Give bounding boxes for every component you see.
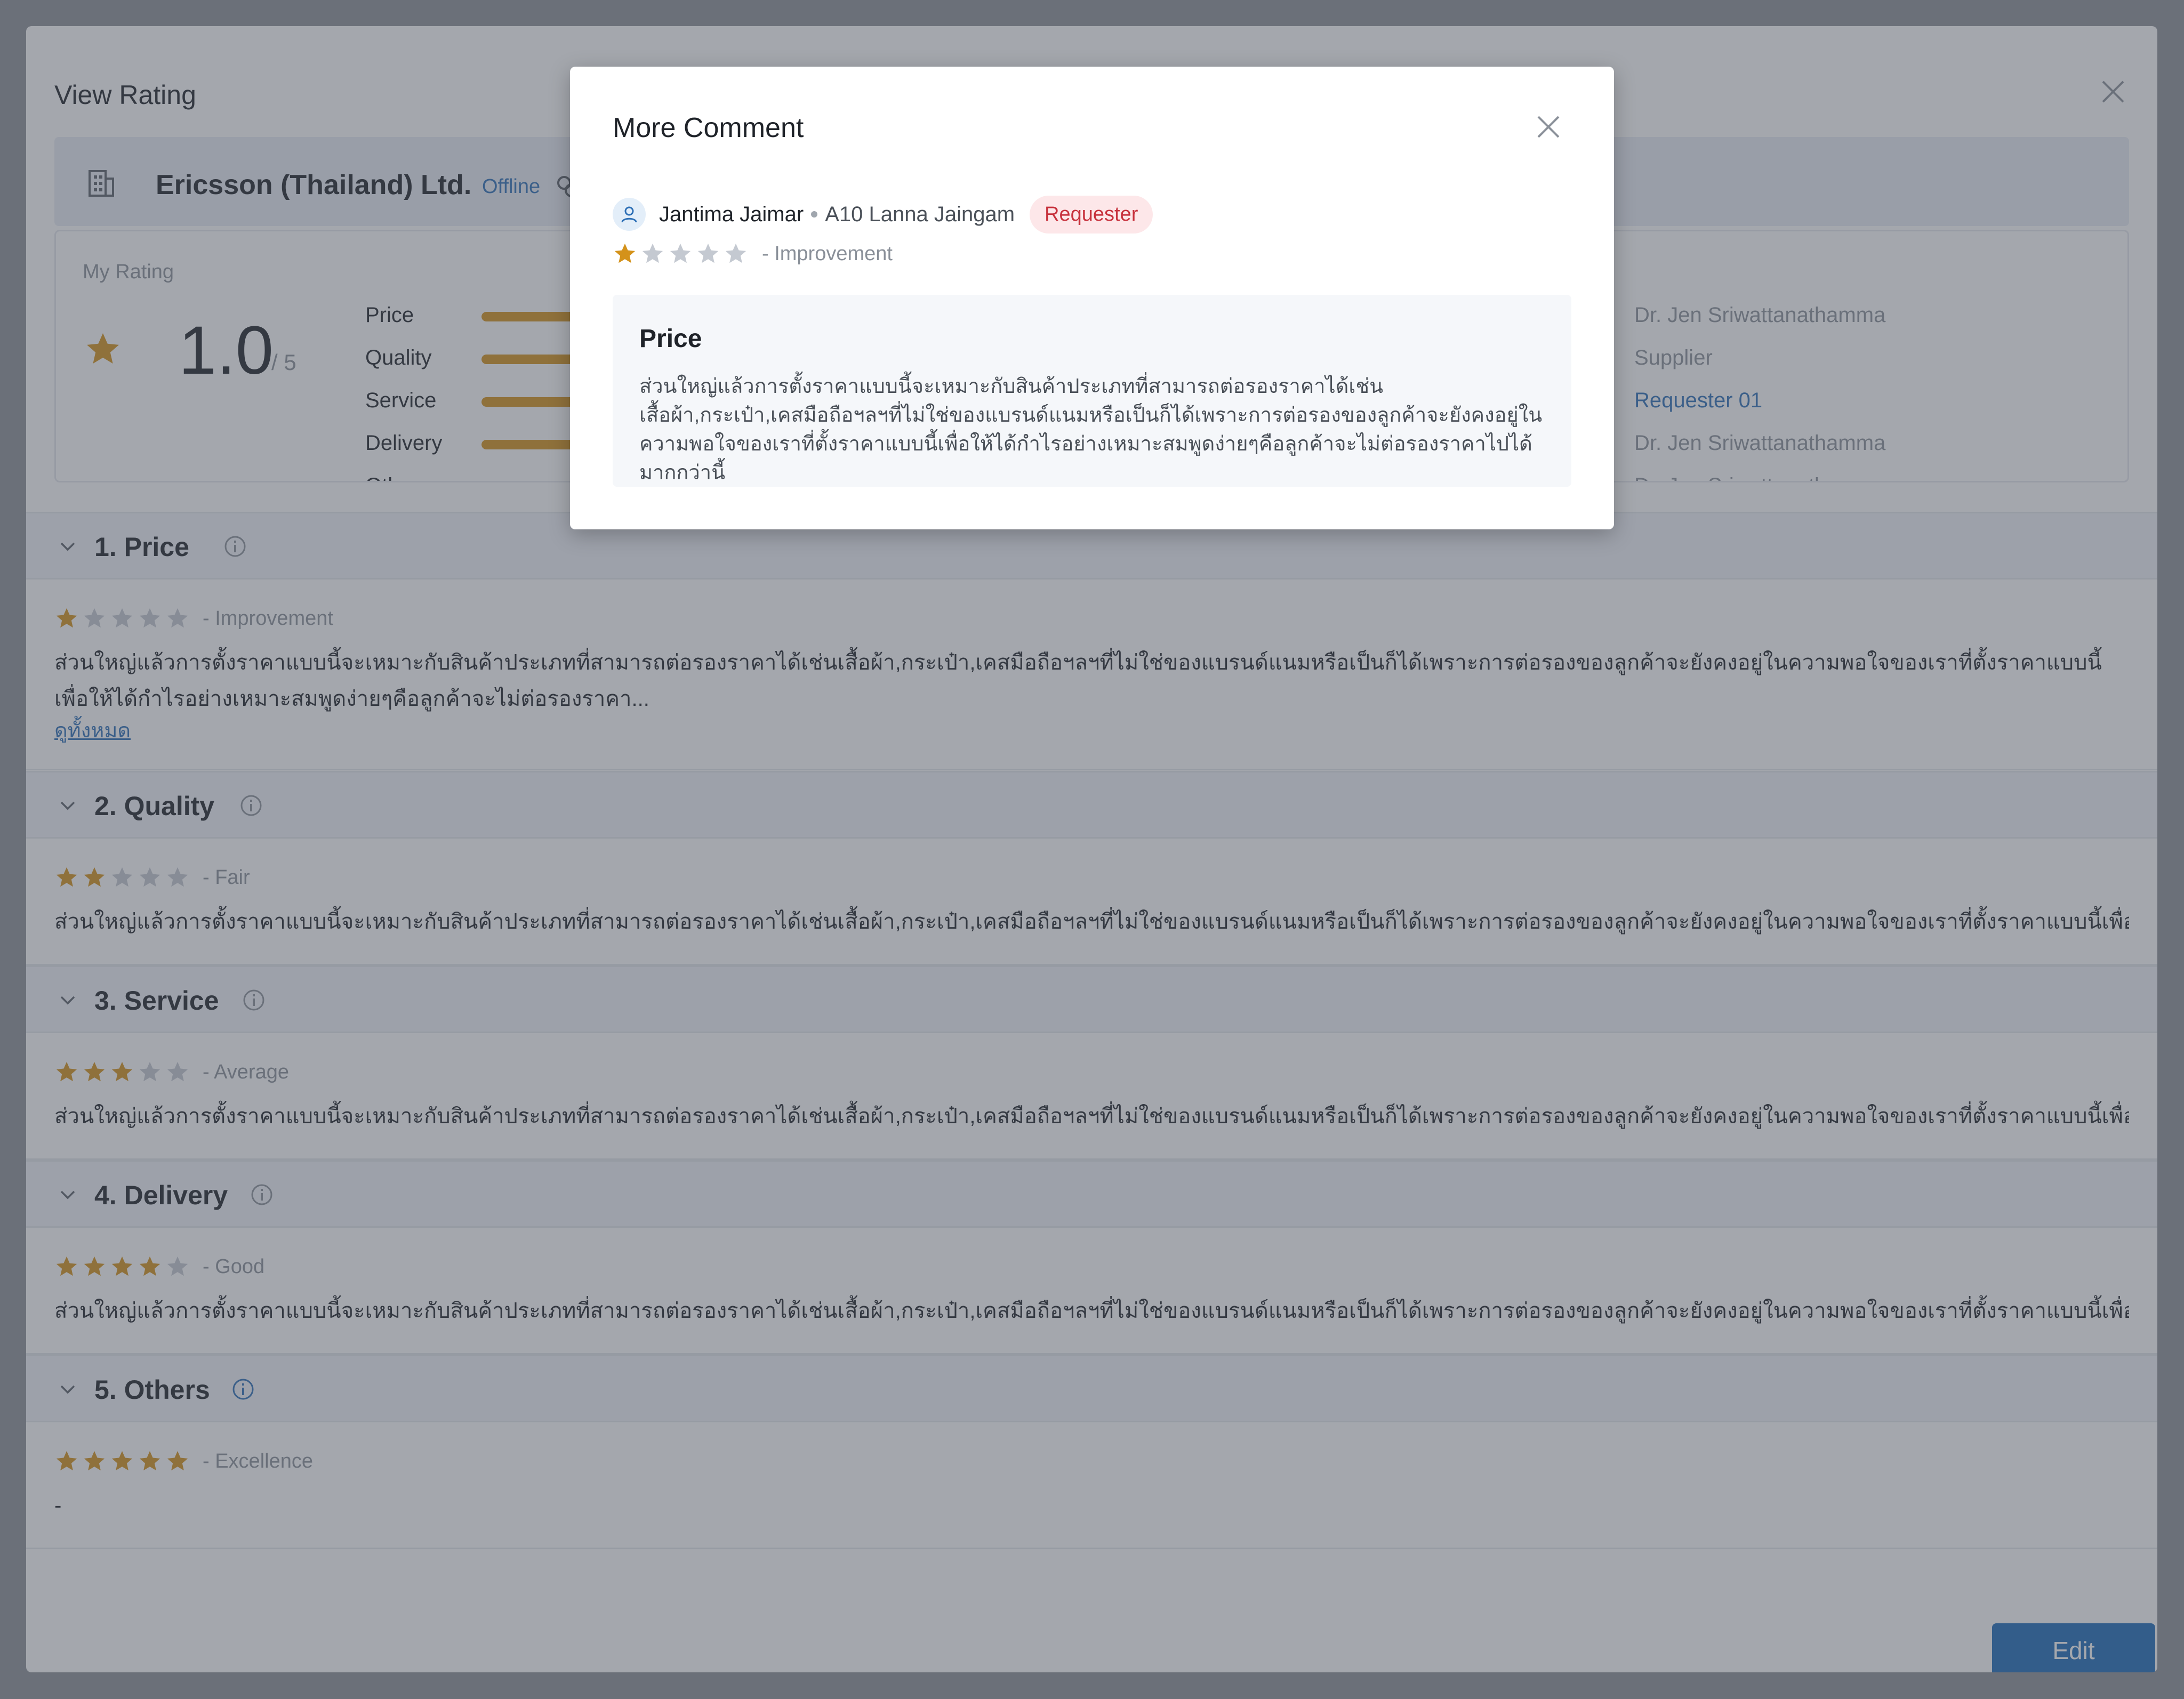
dialog-level: - Improvement bbox=[762, 243, 893, 265]
close-icon[interactable] bbox=[1536, 115, 1561, 139]
separator-dot bbox=[811, 211, 818, 218]
dialog-stars bbox=[613, 241, 748, 266]
comment-box-text: ส่วนใหญ่แล้วการตั้งราคาแบบนี้จะเหมาะกับส… bbox=[639, 375, 1543, 484]
avatar bbox=[613, 198, 646, 231]
star-empty-icon bbox=[670, 243, 691, 263]
star-empty-icon bbox=[697, 243, 719, 263]
comment-box: Price ส่วนใหญ่แล้วการตั้งราคาแบบนี้จะเหม… bbox=[613, 295, 1571, 487]
star-filled-icon bbox=[614, 243, 636, 263]
role-badge: Requester bbox=[1030, 195, 1153, 233]
star-empty-icon bbox=[725, 243, 746, 263]
commenter-row: Jantima Jaimar A10 Lanna Jaingam Request… bbox=[613, 195, 1153, 233]
commenter-department: A10 Lanna Jaingam bbox=[825, 202, 1015, 226]
star-empty-icon bbox=[642, 243, 663, 263]
more-comment-dialog: More Comment Jantima Jaimar A10 Lanna Ja… bbox=[570, 67, 1614, 529]
dialog-title: More Comment bbox=[613, 112, 804, 143]
comment-box-title: Price bbox=[639, 325, 702, 353]
commenter-name: Jantima Jaimar bbox=[659, 202, 804, 226]
user-icon bbox=[621, 206, 637, 223]
